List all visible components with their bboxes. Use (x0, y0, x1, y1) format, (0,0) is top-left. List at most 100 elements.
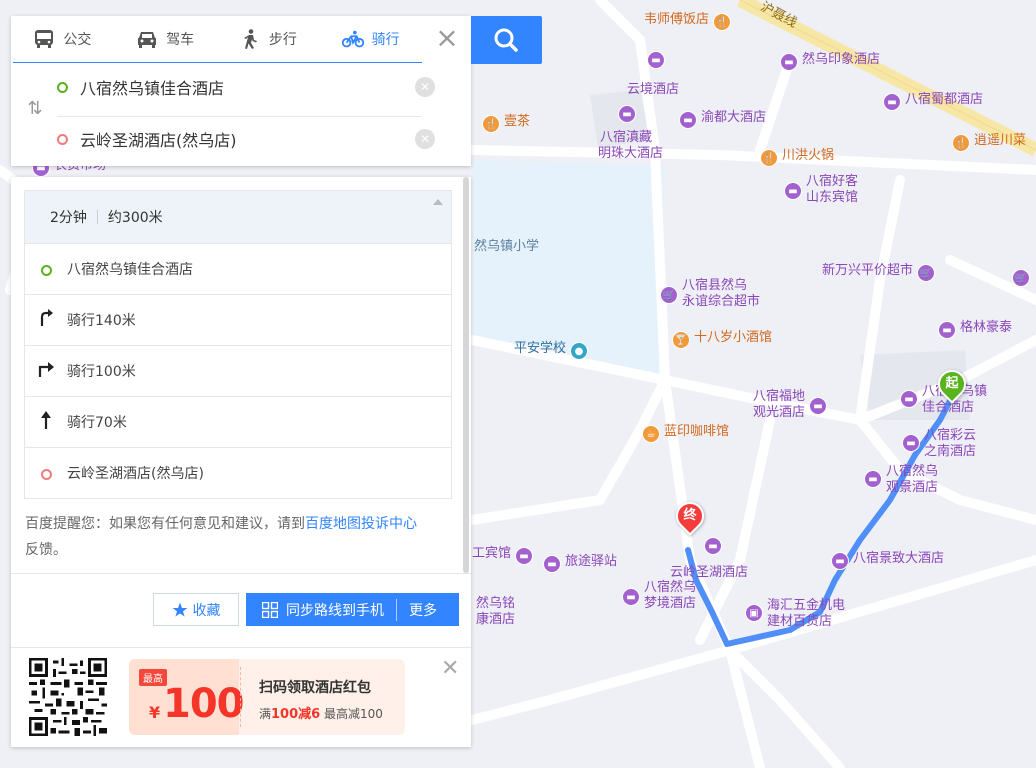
poi-云境酒店[interactable]: ▬ (625, 50, 665, 69)
qr-code-icon[interactable] (29, 658, 107, 736)
hotel-icon: ▬ (864, 470, 882, 488)
hotel-icon: ▬ (938, 321, 956, 339)
favorite-button[interactable]: 收藏 (153, 593, 239, 626)
bar-icon: 🍸 (672, 331, 690, 349)
poi-十八岁小酒馆[interactable]: 🍸 十八岁小酒馆 (672, 330, 772, 349)
search-button[interactable] (471, 16, 542, 64)
restaurant-icon: 🍴 (482, 115, 500, 133)
cafe-icon: ☕ (642, 425, 660, 443)
hotel-icon: ▬ (883, 93, 901, 111)
feedback-tip: 百度提醒您：如果您有任何意见和建议，请到百度地图投诉中心 反馈。 (25, 511, 455, 563)
walk-icon (243, 29, 257, 49)
swap-route-button[interactable]: ⇅ (21, 98, 49, 128)
supermarket-icon: 🛒 (1012, 269, 1030, 287)
poi-逍遥川菜[interactable]: 🍴 逍遥川菜 (952, 133, 1026, 152)
destination-value: 云岭圣湖酒店(然乌店) (80, 131, 237, 150)
route-step[interactable]: 骑行140米 (25, 294, 451, 345)
poi-八宿然乌观景酒店[interactable]: ▬ 八宿然乌 观景酒店 (864, 464, 938, 496)
start-marker[interactable]: 起 (932, 364, 972, 406)
currency-symbol: ¥ (149, 703, 161, 722)
poi-壹茶[interactable]: 🍴 壹茶 (482, 114, 530, 133)
poi-然乌印象酒店[interactable]: ▬ 然乌印象酒店 (780, 52, 880, 71)
hotel-coupon[interactable]: 最高 ¥ 100 扫码领取酒店红包 满100减6 最高减100 (129, 659, 405, 735)
hotel-icon: ▬ (515, 547, 534, 565)
close-promo-button[interactable]: ✕ (441, 656, 459, 681)
poi-supermarket-edge[interactable]: 🛒 (1012, 268, 1030, 287)
clear-origin-button[interactable]: ✕ (415, 77, 435, 97)
origin-input[interactable]: 八宿然乌镇佳合酒店 ✕ (57, 64, 435, 110)
tab-drive[interactable]: 驾车 (114, 16, 217, 62)
poi-蓝印咖啡馆[interactable]: ☕ 蓝印咖啡馆 (642, 424, 729, 443)
route-detail-panel: 2分钟 约300米 八宿然乌镇佳合酒店 骑行140米 骑行100米 骑行70米 (11, 177, 471, 747)
poi-新万兴平价超市[interactable]: 新万兴平价超市 🛒 (822, 263, 936, 282)
tip-suffix: 反馈。 (25, 542, 67, 558)
poi-八宿县然乌永谊综合超市[interactable]: 🛒 八宿县然乌 永谊综合超市 (660, 278, 760, 310)
start-dot-icon (57, 81, 68, 93)
clear-destination-button[interactable]: ✕ (415, 129, 435, 149)
route-step[interactable]: 骑行100米 (25, 345, 451, 396)
close-route-button[interactable]: × (423, 16, 471, 62)
sync-to-phone-button[interactable]: 同步路线到手机 更多 (246, 593, 459, 626)
hotel-icon: ▬ (704, 537, 722, 555)
poi-平安学校[interactable]: 平安学校 ● (514, 341, 589, 360)
hotel-icon: ▬ (831, 552, 849, 570)
button-divider (396, 598, 397, 621)
step-text: 八宿然乌镇佳合酒店 (67, 262, 193, 278)
poi-川洪火锅[interactable]: 🍴 川洪火锅 (760, 148, 834, 167)
restaurant-icon: 🍴 (713, 13, 732, 31)
poi-八宿福地观光酒店[interactable]: 八宿福地 观光酒店 ▬ (753, 389, 828, 421)
shop-icon: ▣ (745, 604, 763, 622)
poi-label: 八宿滇藏 明珠大酒店 (598, 130, 664, 161)
poi-旅途驿站[interactable]: ▬ 旅途驿站 (543, 554, 617, 573)
poi-工宾馆[interactable]: 工宾馆 ▬ (472, 546, 534, 565)
poi-八宿景致大酒店[interactable]: ▬ 八宿景致大酒店 (831, 551, 944, 570)
coupon-divider (240, 667, 241, 727)
poi-然乌镇小学[interactable]: 然乌镇小学 (474, 235, 539, 254)
poi-海汇五金机电建材百货店[interactable]: ▣ 海汇五金机电 建材百货店 (745, 598, 845, 630)
panel-scrollbar[interactable] (463, 177, 469, 573)
destination-input[interactable]: 云岭圣湖酒店(然乌店) ✕ (57, 116, 435, 162)
route-step[interactable]: 八宿然乌镇佳合酒店 (25, 243, 451, 294)
route-step[interactable]: 云岭圣湖酒店(然乌店) (25, 447, 451, 498)
tab-walk[interactable]: 步行 (217, 16, 320, 62)
poi-label: 云境酒店 (627, 82, 680, 97)
more-button[interactable]: 更多 (409, 600, 437, 620)
route-distance: 约300米 (107, 210, 163, 226)
hotel-icon: ▬ (543, 555, 561, 573)
complaint-center-link[interactable]: 百度地图投诉中心 (305, 516, 417, 532)
hotel-icon: ▬ (622, 588, 640, 606)
poi-渝都大酒店[interactable]: ▬ 渝都大酒店 (679, 110, 766, 129)
route-step[interactable]: 骑行70米 (25, 396, 451, 447)
route-search-box: 公交 驾车 步行 骑行 × ⇅ 八宿然乌镇佳合酒店 ✕ 云岭圣湖酒店(然乌店) … (11, 16, 471, 166)
end-marker[interactable]: 终 (670, 496, 710, 538)
bus-icon (35, 30, 54, 48)
hotel-icon: ▬ (647, 51, 665, 69)
poi-格林豪泰[interactable]: ▬ 格林豪泰 (938, 320, 1012, 339)
poi-韦师傅饭店[interactable]: 韦师傅饭店 🍴 (644, 12, 732, 31)
tab-label: 步行 (268, 32, 297, 48)
turn-left-arrow-icon (25, 309, 67, 331)
supermarket-icon: 🛒 (660, 286, 678, 304)
step-text: 云岭圣湖酒店(然乌店) (67, 466, 204, 482)
poi-八宿彩云之南酒店[interactable]: ▬ 八宿彩云 之南酒店 (902, 428, 976, 460)
start-marker-label: 起 (945, 376, 959, 391)
hotel-icon: ▬ (679, 111, 697, 129)
poi-云岭圣湖酒店[interactable]: ▬ (704, 536, 722, 555)
tab-bus[interactable]: 公交 (11, 16, 114, 62)
route-summary[interactable]: 2分钟 约300米 (25, 191, 451, 243)
search-icon (494, 28, 518, 52)
collapse-caret-icon[interactable] (433, 199, 443, 205)
hotel-icon: ▬ (902, 434, 920, 452)
poi-然乌铭康酒店[interactable]: 然乌铭 康酒店 (476, 596, 515, 628)
poi-八宿滇藏明珠大酒店[interactable]: ▬ (590, 104, 636, 123)
poi-八宿蜀都酒店[interactable]: ▬ 八宿蜀都酒店 (883, 92, 983, 111)
tab-underline (13, 62, 422, 63)
poi-八宿好客山东宾馆[interactable]: ▬ 八宿好客 山东宾馆 (784, 174, 858, 206)
hotel-icon: ▬ (900, 390, 918, 408)
poi-label: 云岭圣湖酒店 (670, 565, 749, 580)
qr-grid-icon (262, 601, 278, 618)
poi-八宿然乌梦境酒店[interactable]: ▬ 八宿然乌 梦境酒店 (622, 580, 696, 612)
hotel-icon: ▬ (809, 397, 828, 415)
tab-bike[interactable]: 骑行 (319, 16, 422, 62)
poi-label: 韦师傅饭店 (644, 12, 710, 27)
